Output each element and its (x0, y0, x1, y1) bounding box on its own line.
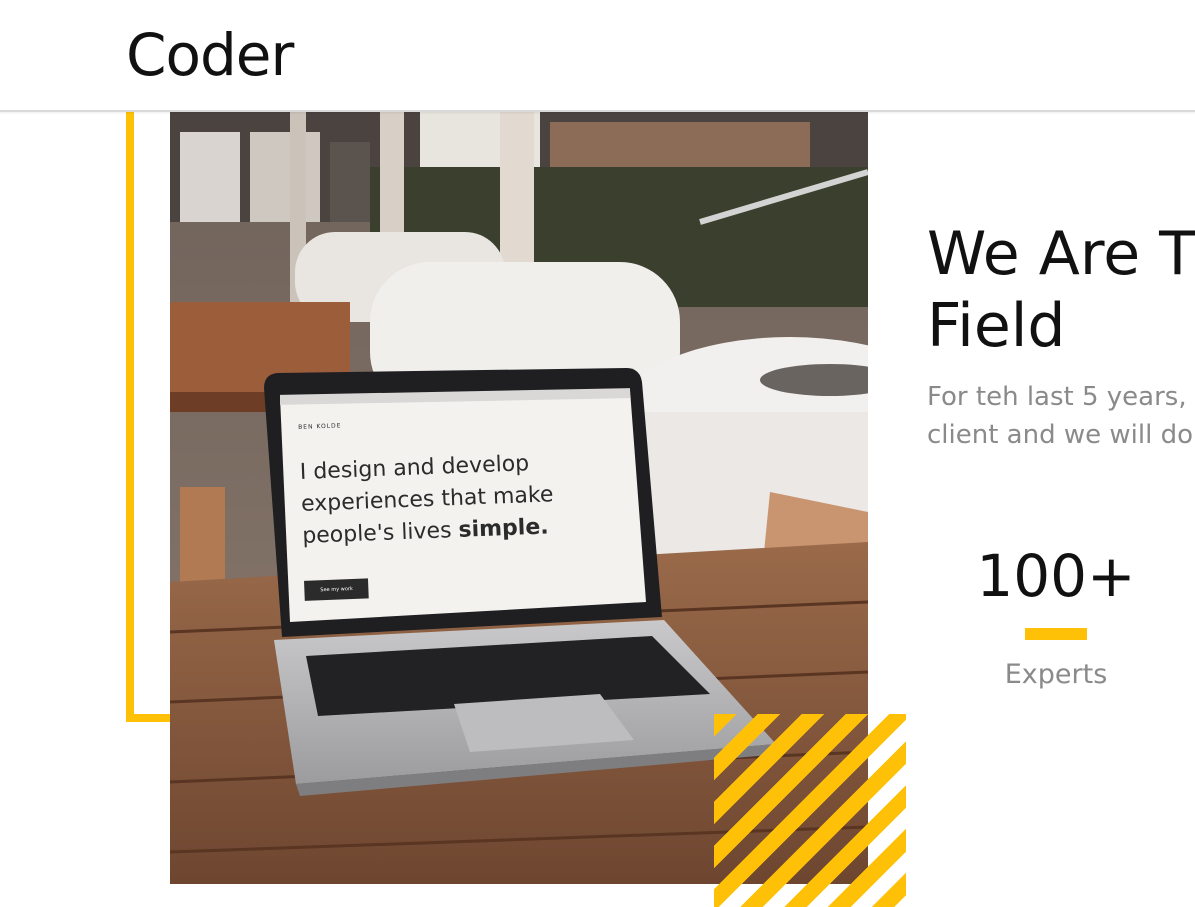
stat-divider (1025, 628, 1087, 640)
site-logo[interactable]: Coder (126, 22, 294, 88)
about-heading-line1: We Are The Best In The (927, 219, 1195, 289)
stat-experts: 100+ Experts (956, 540, 1156, 692)
stat-label: Experts (1004, 659, 1108, 690)
striped-accent (714, 714, 906, 907)
about-heading-line2: Field (927, 291, 1066, 361)
laptop-screen-headline-bold: simple. (458, 514, 550, 543)
about-intro: For teh last 5 years, we have been servi… (927, 378, 1195, 454)
about-intro-line2: client and we will do our best for you. (927, 420, 1195, 450)
stat-number: 100+ (976, 542, 1136, 610)
laptop-screen-headline-3: people's lives (301, 517, 459, 549)
site-header: Coder (0, 0, 1195, 112)
about-intro-line1: For teh last 5 years, we have been servi… (927, 382, 1195, 412)
page: Coder BEN KOLDE I design and develop exp… (0, 0, 1195, 907)
laptop-screen-button: See my work (304, 578, 370, 601)
about-heading: We Are The Best In The Field (927, 218, 1195, 362)
laptop-screen-content: BEN KOLDE I design and develop experienc… (298, 412, 625, 601)
